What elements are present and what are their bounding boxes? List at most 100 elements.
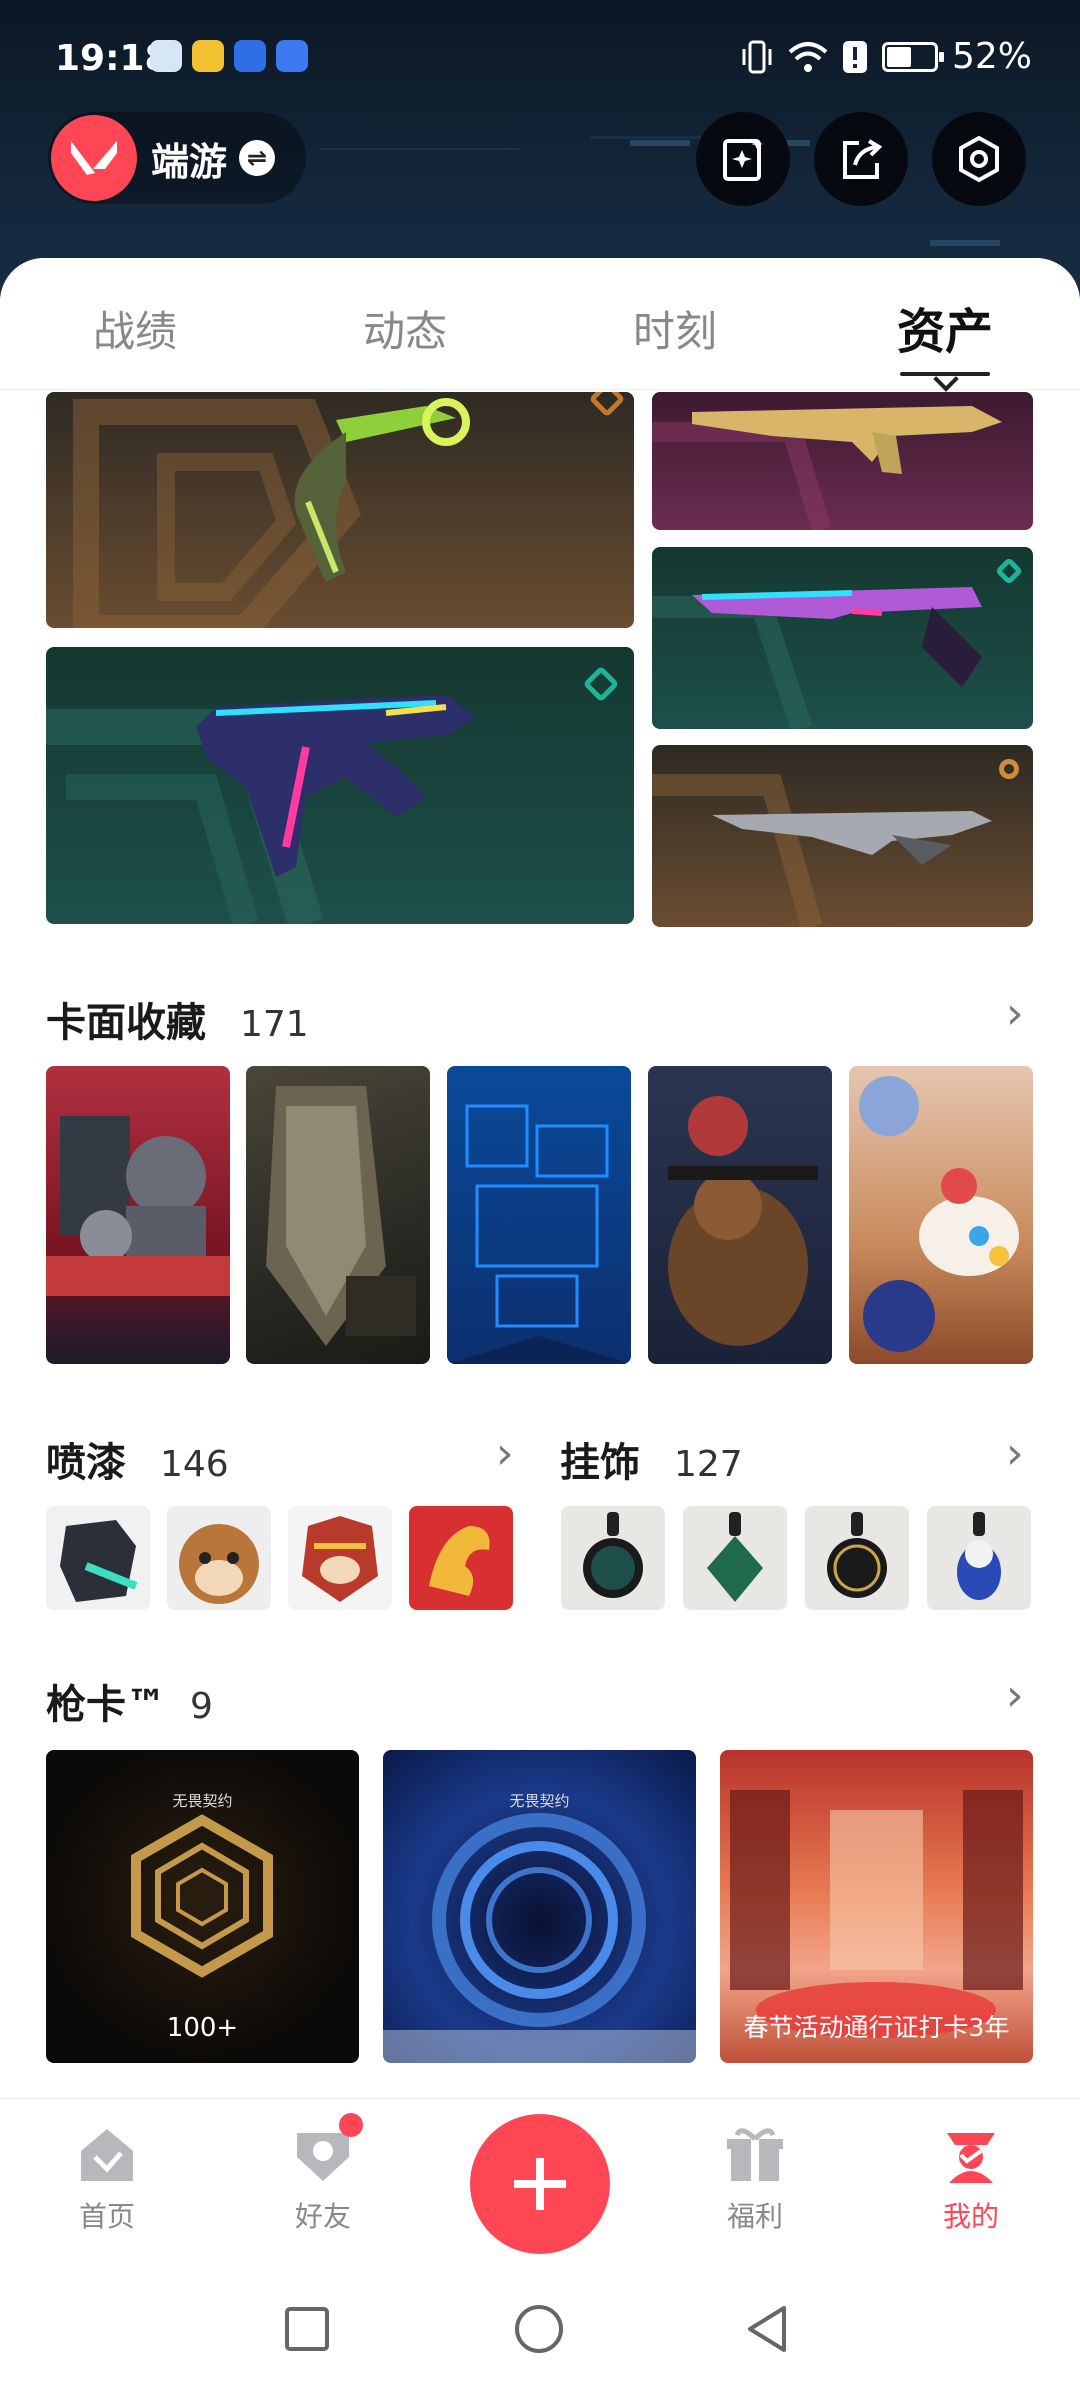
spray-artwork (60, 1520, 138, 1602)
player-card[interactable] (447, 1066, 631, 1364)
nav-label: 好友 (294, 2200, 351, 2233)
spray-artwork (429, 1526, 490, 1596)
battery-icon (881, 41, 944, 72)
charm-item[interactable] (561, 1506, 665, 1610)
notification-icons (150, 40, 308, 72)
card-artwork (859, 1076, 1019, 1352)
tab-bar: 战绩 动态 时刻 资产 (0, 258, 1080, 390)
nav-home[interactable]: 首页 (37, 2123, 177, 2235)
charm-artwork (707, 1512, 763, 1602)
section-count: 9 (190, 1686, 213, 1727)
chevron-right-icon[interactable]: › (496, 1428, 514, 1479)
tab-record[interactable]: 战绩 (0, 258, 270, 389)
weather-icon (192, 40, 224, 72)
card-artwork (447, 1104, 631, 1364)
skin-tile-pistol-neon[interactable] (46, 647, 634, 924)
player-card[interactable] (849, 1066, 1033, 1364)
tab-feed[interactable]: 动态 (270, 258, 540, 389)
card-artwork (266, 1086, 416, 1346)
skin-tile-purple-rifle[interactable] (652, 392, 1033, 530)
plus-icon (514, 2158, 566, 2210)
charm-item[interactable] (927, 1506, 1031, 1610)
section-title: 枪卡™ (46, 1682, 166, 1728)
spray-artwork (302, 1516, 378, 1602)
back-icon[interactable] (744, 2304, 790, 2354)
card-artwork (46, 1116, 230, 1296)
charm-artwork (583, 1512, 643, 1598)
status-indicators: 52% (740, 36, 1032, 77)
share-button[interactable] (814, 112, 908, 206)
skin-tile-knife[interactable] (46, 392, 634, 628)
chevron-right-icon[interactable]: › (1006, 1670, 1024, 1721)
section-title: 挂饰 (560, 1440, 640, 1486)
valorant-logo-icon (51, 115, 137, 201)
share-icon (843, 139, 883, 179)
system-nav-bar (0, 2268, 1080, 2388)
swap-icon: ⇌ (239, 140, 276, 176)
gun-card-label: 100+ (166, 2013, 239, 2043)
profile-icon (939, 2123, 1003, 2187)
section-header-charms: 挂饰 127 (560, 1430, 743, 1488)
section-count: 146 (160, 1444, 229, 1485)
app-notification-icon (150, 40, 182, 72)
settings-icon (959, 135, 999, 183)
nav-label: 首页 (78, 2200, 135, 2233)
wifi-icon (788, 41, 828, 72)
player-card[interactable] (46, 1066, 230, 1364)
alert-icon (842, 40, 867, 73)
charm-artwork (957, 1512, 1001, 1600)
nav-label: 福利 (726, 2200, 783, 2233)
card-artwork (668, 1096, 818, 1346)
nav-profile[interactable]: 我的 (901, 2123, 1041, 2235)
home-circle-icon[interactable] (514, 2304, 564, 2354)
status-bar: 19:18 52% (0, 0, 1080, 120)
spray-item[interactable] (167, 1506, 271, 1610)
game-switcher[interactable]: 端游 ⇌ (48, 112, 306, 204)
settings-button[interactable] (932, 112, 1026, 206)
battery-percent: 52% (951, 36, 1032, 77)
collection-icon (723, 139, 763, 181)
nav-label: 我的 (942, 2200, 999, 2233)
spray-item[interactable] (288, 1506, 392, 1610)
game-name: 端游 (151, 139, 228, 184)
skin-tile-pistol-gradient[interactable] (652, 547, 1033, 729)
gun-card[interactable]: 春节活动通行证打卡3年 (720, 1750, 1033, 2063)
nav-welfare[interactable]: 福利 (685, 2123, 825, 2235)
vibrate-icon (742, 40, 772, 73)
rifle-skin-image (692, 406, 1002, 474)
tab-assets[interactable]: 资产 (810, 258, 1080, 389)
spray-artwork (179, 1524, 259, 1604)
gun-card-brand: 无畏契约 (509, 1792, 570, 1810)
section-header-gun-cards: 枪卡™ 9 (46, 1672, 213, 1730)
skin-tile-sniper[interactable] (652, 745, 1033, 927)
section-header-cards: 卡面收藏 171 (46, 990, 309, 1048)
create-post-button[interactable] (470, 2114, 610, 2254)
section-count: 171 (240, 1004, 309, 1045)
pistol-skin-image (692, 587, 982, 687)
friends-icon (291, 2113, 363, 2187)
tab-moments[interactable]: 时刻 (540, 258, 810, 389)
spray-item[interactable] (409, 1506, 513, 1610)
recents-icon[interactable] (284, 2306, 330, 2352)
gun-card-brand: 无畏契约 (172, 1792, 233, 1810)
notification-dot (339, 2113, 363, 2137)
app-notification-icon (276, 40, 308, 72)
gun-card[interactable]: 无畏契约 100+ (46, 1750, 359, 2063)
chevron-right-icon[interactable]: › (1006, 988, 1024, 1039)
player-card[interactable] (648, 1066, 832, 1364)
spray-item[interactable] (46, 1506, 150, 1610)
section-header-sprays: 喷漆 146 (46, 1430, 229, 1488)
gun-card-label: 春节活动通行证打卡3年 (743, 2013, 1010, 2043)
sniper-skin-image (712, 811, 992, 865)
player-card[interactable] (246, 1066, 430, 1364)
knife-skin-image (294, 398, 470, 582)
section-title: 卡面收藏 (46, 1000, 206, 1046)
collection-button[interactable] (696, 112, 790, 206)
charm-item[interactable] (805, 1506, 909, 1610)
chevron-right-icon[interactable]: › (1006, 1428, 1024, 1479)
nav-friends[interactable]: 好友 (253, 2113, 393, 2235)
neon-pistol-skin-image (196, 695, 476, 877)
gun-card[interactable]: 无畏契约 (383, 1750, 696, 2063)
charm-item[interactable] (683, 1506, 787, 1610)
home-icon (75, 2123, 139, 2187)
